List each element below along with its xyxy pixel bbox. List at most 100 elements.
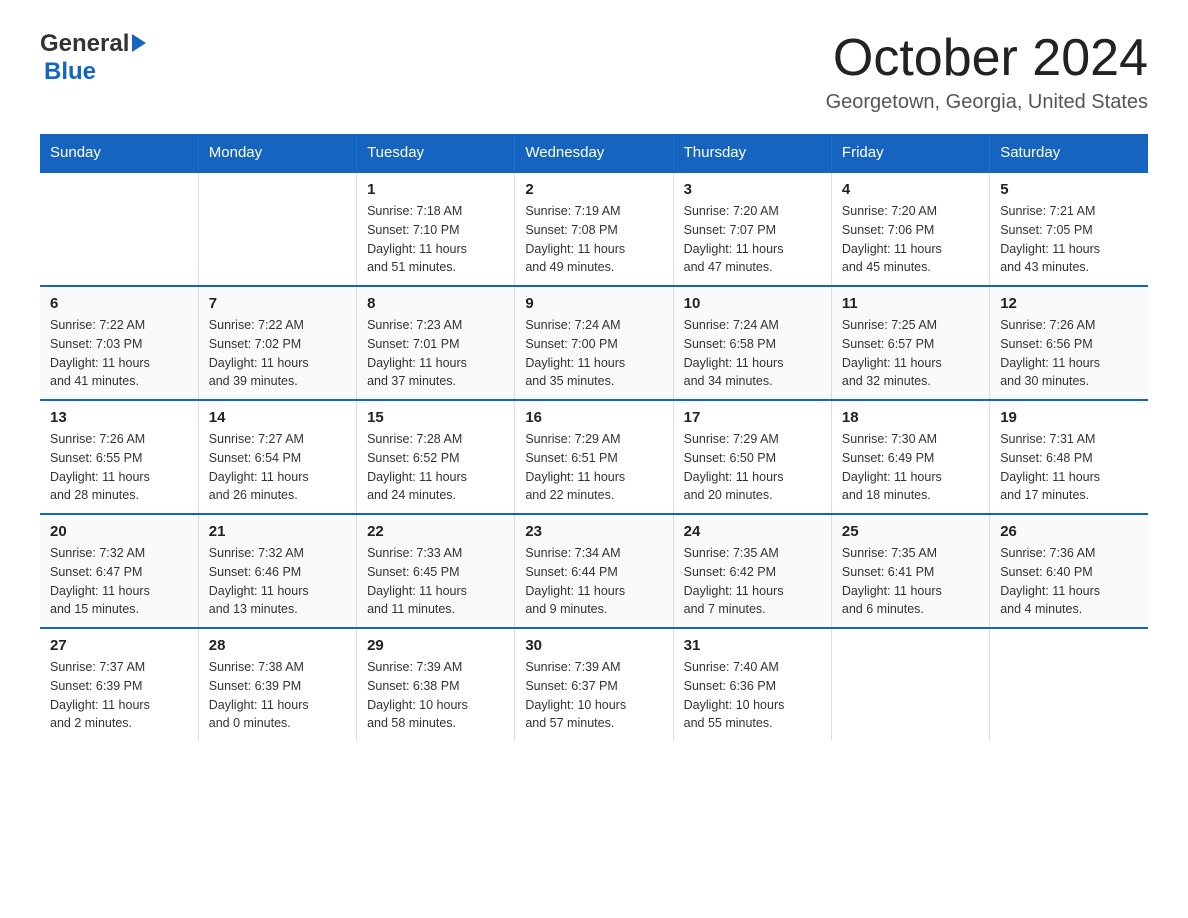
day-info: Sunrise: 7:25 AM Sunset: 6:57 PM Dayligh… — [842, 316, 979, 391]
calendar-day-header: Wednesday — [515, 134, 673, 172]
day-info: Sunrise: 7:29 AM Sunset: 6:50 PM Dayligh… — [684, 430, 821, 505]
day-info: Sunrise: 7:22 AM Sunset: 7:03 PM Dayligh… — [50, 316, 188, 391]
day-info: Sunrise: 7:33 AM Sunset: 6:45 PM Dayligh… — [367, 544, 504, 619]
day-number: 13 — [50, 409, 188, 426]
calendar-cell: 23Sunrise: 7:34 AM Sunset: 6:44 PM Dayli… — [515, 514, 673, 628]
day-info: Sunrise: 7:40 AM Sunset: 6:36 PM Dayligh… — [684, 658, 821, 733]
calendar-week-row: 27 Sunrise: 7:37 AM Sunset: 6:39 PM Dayli… — [40, 628, 1148, 741]
day-number: 26 — [1000, 523, 1138, 540]
calendar-cell: 20 Sunrise: 7:32 AM Sunset: 6:47 PM Dayli… — [40, 514, 198, 628]
calendar-cell: 8 Sunrise: 7:23 AM Sunset: 7:01 PM Daylig… — [357, 286, 515, 400]
calendar-week-row: 6 Sunrise: 7:22 AM Sunset: 7:03 PM Daylig… — [40, 286, 1148, 400]
day-number: 8 — [367, 295, 504, 312]
logo-triangle-icon — [132, 34, 146, 52]
calendar-cell: 18Sunrise: 7:30 AM Sunset: 6:49 PM Dayli… — [831, 400, 989, 514]
day-info: Sunrise: 7:19 AM Sunset: 7:08 PM Dayligh… — [525, 202, 662, 277]
calendar-cell — [990, 628, 1148, 741]
calendar-cell: 6 Sunrise: 7:22 AM Sunset: 7:03 PM Daylig… — [40, 286, 198, 400]
day-info: Sunrise: 7:32 AM Sunset: 6:47 PM Dayligh… — [50, 544, 188, 619]
day-info: Sunrise: 7:24 AM Sunset: 6:58 PM Dayligh… — [684, 316, 821, 391]
day-number: 1 — [367, 181, 504, 198]
calendar-cell: 22 Sunrise: 7:33 AM Sunset: 6:45 PM Dayli… — [357, 514, 515, 628]
calendar-cell: 9Sunrise: 7:24 AM Sunset: 7:00 PM Daylig… — [515, 286, 673, 400]
calendar-cell: 28 Sunrise: 7:38 AM Sunset: 6:39 PM Dayli… — [198, 628, 356, 741]
calendar-cell: 14 Sunrise: 7:27 AM Sunset: 6:54 PM Dayli… — [198, 400, 356, 514]
day-number: 9 — [525, 295, 662, 312]
day-info: Sunrise: 7:32 AM Sunset: 6:46 PM Dayligh… — [209, 544, 346, 619]
day-info: Sunrise: 7:27 AM Sunset: 6:54 PM Dayligh… — [209, 430, 346, 505]
calendar-cell: 27 Sunrise: 7:37 AM Sunset: 6:39 PM Dayli… — [40, 628, 198, 741]
day-info: Sunrise: 7:26 AM Sunset: 6:55 PM Dayligh… — [50, 430, 188, 505]
day-info: Sunrise: 7:39 AM Sunset: 6:38 PM Dayligh… — [367, 658, 504, 733]
calendar-cell: 7Sunrise: 7:22 AM Sunset: 7:02 PM Daylig… — [198, 286, 356, 400]
calendar-cell: 19 Sunrise: 7:31 AM Sunset: 6:48 PM Dayli… — [990, 400, 1148, 514]
day-number: 20 — [50, 523, 188, 540]
day-info: Sunrise: 7:20 AM Sunset: 7:07 PM Dayligh… — [684, 202, 821, 277]
calendar-cell: 29 Sunrise: 7:39 AM Sunset: 6:38 PM Dayli… — [357, 628, 515, 741]
calendar-day-header: Saturday — [990, 134, 1148, 172]
day-number: 3 — [684, 181, 821, 198]
logo-general-text: General — [40, 30, 129, 58]
calendar-table: SundayMondayTuesdayWednesdayThursdayFrid… — [40, 134, 1148, 741]
day-number: 11 — [842, 295, 979, 312]
calendar-header-row: SundayMondayTuesdayWednesdayThursdayFrid… — [40, 134, 1148, 172]
calendar-cell — [40, 172, 198, 286]
calendar-cell: 15 Sunrise: 7:28 AM Sunset: 6:52 PM Dayli… — [357, 400, 515, 514]
calendar-cell: 26 Sunrise: 7:36 AM Sunset: 6:40 PM Dayli… — [990, 514, 1148, 628]
day-info: Sunrise: 7:18 AM Sunset: 7:10 PM Dayligh… — [367, 202, 504, 277]
day-info: Sunrise: 7:31 AM Sunset: 6:48 PM Dayligh… — [1000, 430, 1138, 505]
calendar-cell: 17 Sunrise: 7:29 AM Sunset: 6:50 PM Dayli… — [673, 400, 831, 514]
day-number: 25 — [842, 523, 979, 540]
day-number: 28 — [209, 637, 346, 654]
day-number: 5 — [1000, 181, 1138, 198]
day-info: Sunrise: 7:22 AM Sunset: 7:02 PM Dayligh… — [209, 316, 346, 391]
calendar-cell: 2 Sunrise: 7:19 AM Sunset: 7:08 PM Daylig… — [515, 172, 673, 286]
calendar-week-row: 1 Sunrise: 7:18 AM Sunset: 7:10 PM Daylig… — [40, 172, 1148, 286]
day-number: 18 — [842, 409, 979, 426]
calendar-cell: 16 Sunrise: 7:29 AM Sunset: 6:51 PM Dayli… — [515, 400, 673, 514]
day-number: 29 — [367, 637, 504, 654]
day-number: 14 — [209, 409, 346, 426]
calendar-day-header: Sunday — [40, 134, 198, 172]
day-number: 16 — [525, 409, 662, 426]
page-header: General Blue October 2024 Georgetown, Ge… — [40, 30, 1148, 114]
day-number: 2 — [525, 181, 662, 198]
day-number: 10 — [684, 295, 821, 312]
calendar-cell: 30Sunrise: 7:39 AM Sunset: 6:37 PM Dayli… — [515, 628, 673, 741]
calendar-cell: 21Sunrise: 7:32 AM Sunset: 6:46 PM Dayli… — [198, 514, 356, 628]
day-info: Sunrise: 7:36 AM Sunset: 6:40 PM Dayligh… — [1000, 544, 1138, 619]
day-number: 31 — [684, 637, 821, 654]
calendar-cell — [198, 172, 356, 286]
day-info: Sunrise: 7:37 AM Sunset: 6:39 PM Dayligh… — [50, 658, 188, 733]
day-info: Sunrise: 7:35 AM Sunset: 6:42 PM Dayligh… — [684, 544, 821, 619]
calendar-day-header: Friday — [831, 134, 989, 172]
day-number: 17 — [684, 409, 821, 426]
logo: General Blue — [40, 30, 146, 86]
calendar-cell: 4Sunrise: 7:20 AM Sunset: 7:06 PM Daylig… — [831, 172, 989, 286]
day-info: Sunrise: 7:39 AM Sunset: 6:37 PM Dayligh… — [525, 658, 662, 733]
day-number: 6 — [50, 295, 188, 312]
day-info: Sunrise: 7:35 AM Sunset: 6:41 PM Dayligh… — [842, 544, 979, 619]
calendar-cell: 12Sunrise: 7:26 AM Sunset: 6:56 PM Dayli… — [990, 286, 1148, 400]
day-number: 23 — [525, 523, 662, 540]
calendar-cell: 24 Sunrise: 7:35 AM Sunset: 6:42 PM Dayli… — [673, 514, 831, 628]
calendar-cell: 1 Sunrise: 7:18 AM Sunset: 7:10 PM Daylig… — [357, 172, 515, 286]
day-number: 24 — [684, 523, 821, 540]
calendar-cell: 10 Sunrise: 7:24 AM Sunset: 6:58 PM Dayli… — [673, 286, 831, 400]
calendar-cell: 31 Sunrise: 7:40 AM Sunset: 6:36 PM Dayli… — [673, 628, 831, 741]
day-number: 12 — [1000, 295, 1138, 312]
calendar-cell — [831, 628, 989, 741]
day-number: 22 — [367, 523, 504, 540]
day-number: 19 — [1000, 409, 1138, 426]
day-number: 27 — [50, 637, 188, 654]
calendar-cell: 5Sunrise: 7:21 AM Sunset: 7:05 PM Daylig… — [990, 172, 1148, 286]
calendar-cell: 25 Sunrise: 7:35 AM Sunset: 6:41 PM Dayli… — [831, 514, 989, 628]
calendar-cell: 3 Sunrise: 7:20 AM Sunset: 7:07 PM Daylig… — [673, 172, 831, 286]
day-info: Sunrise: 7:38 AM Sunset: 6:39 PM Dayligh… — [209, 658, 346, 733]
day-number: 15 — [367, 409, 504, 426]
day-info: Sunrise: 7:28 AM Sunset: 6:52 PM Dayligh… — [367, 430, 504, 505]
calendar-day-header: Monday — [198, 134, 356, 172]
day-info: Sunrise: 7:23 AM Sunset: 7:01 PM Dayligh… — [367, 316, 504, 391]
day-number: 4 — [842, 181, 979, 198]
day-info: Sunrise: 7:29 AM Sunset: 6:51 PM Dayligh… — [525, 430, 662, 505]
